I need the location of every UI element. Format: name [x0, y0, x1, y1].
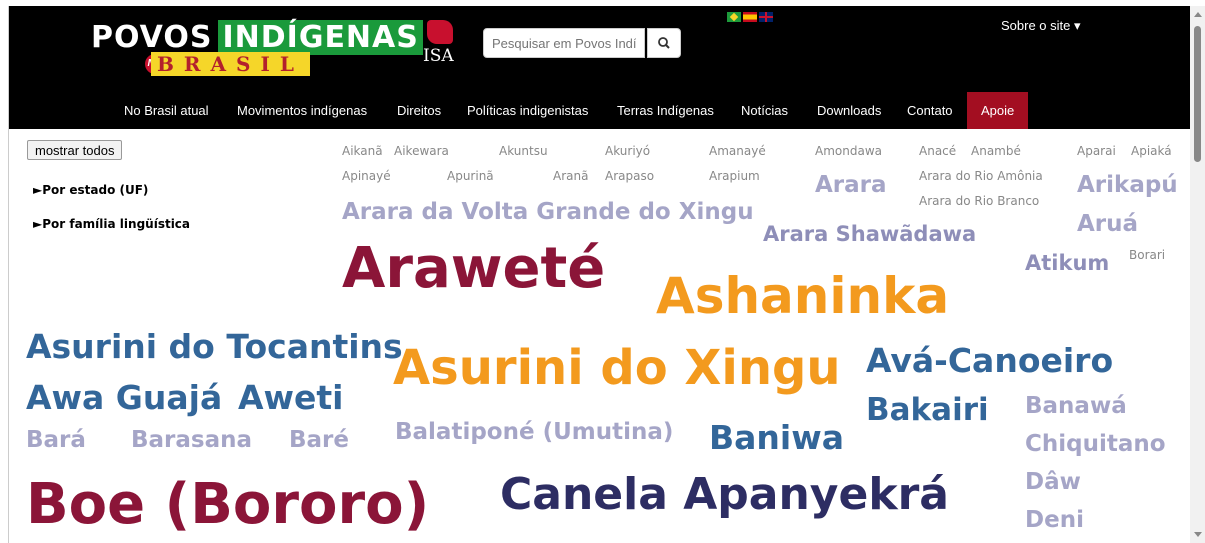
tag-link[interactable]: Arapaso: [605, 170, 654, 182]
flag-brazil-icon[interactable]: [727, 12, 741, 22]
tag-link[interactable]: Arikapú: [1077, 174, 1178, 197]
tag-link[interactable]: Avá-Canoeiro: [866, 344, 1113, 377]
flag-spain-icon[interactable]: [743, 12, 757, 22]
tag-link[interactable]: Apiaká: [1131, 145, 1172, 157]
tag-link[interactable]: Akuriyó: [605, 145, 650, 157]
tag-link[interactable]: Banawá: [1025, 395, 1127, 418]
tag-link[interactable]: Awa Guajá: [26, 381, 222, 414]
logo-title: POVOS INDÍGENAS: [91, 20, 423, 55]
logo-brasil: BRASIL: [151, 52, 310, 76]
nav-apoie[interactable]: Apoie: [967, 92, 1029, 129]
tag-link[interactable]: Aranã: [553, 170, 588, 182]
logo-povos: POVOS: [91, 20, 213, 55]
tag-link[interactable]: Amanayé: [709, 145, 766, 157]
nav-terras-indigenas[interactable]: Terras Indígenas: [617, 92, 714, 129]
nav-movimentos-indigenas[interactable]: Movimentos indígenas: [237, 92, 367, 129]
nav-direitos[interactable]: Direitos: [397, 92, 441, 129]
tag-link[interactable]: Boe (Bororo): [26, 477, 429, 533]
flag-uk-icon[interactable]: [759, 12, 773, 22]
tag-link[interactable]: Baniwa: [709, 421, 844, 454]
isa-label: ISA: [423, 46, 454, 66]
tag-link[interactable]: Bakairi: [866, 395, 989, 426]
tag-link[interactable]: Ashaninka: [656, 271, 949, 321]
vertical-scrollbar[interactable]: [1190, 6, 1205, 543]
tag-link[interactable]: Bará: [26, 429, 86, 452]
about-site-menu[interactable]: Sobre o site ▾: [1001, 18, 1081, 34]
tag-link[interactable]: Baré: [289, 429, 349, 452]
tag-link[interactable]: Atikum: [1025, 253, 1109, 274]
search-input[interactable]: [483, 28, 645, 58]
tag-link[interactable]: Apinayé: [342, 170, 391, 182]
tag-link[interactable]: Balatiponé (Umutina): [395, 421, 673, 444]
tag-link[interactable]: Asurini do Xingu: [393, 344, 841, 392]
tag-link[interactable]: Akuntsu: [499, 145, 548, 157]
language-selector: [727, 12, 775, 24]
tag-link[interactable]: Aruá: [1077, 213, 1138, 236]
tag-link[interactable]: Arara Shawãdawa: [763, 224, 976, 245]
tag-link[interactable]: Apurinã: [447, 170, 494, 182]
isa-logo[interactable]: ISA: [423, 20, 457, 70]
logo-indigenas: INDÍGENAS: [218, 20, 423, 55]
nav-politicas-indigenistas[interactable]: Políticas indigenistas: [467, 92, 588, 129]
tag-link[interactable]: Asurini do Tocantins: [26, 330, 403, 363]
tag-link[interactable]: Arara: [815, 174, 887, 197]
scroll-up-icon[interactable]: [1194, 12, 1202, 17]
main-nav: No Brasil atual Movimentos indígenas Dir…: [9, 92, 1190, 129]
tag-link[interactable]: Aikewara: [394, 145, 449, 157]
tag-link[interactable]: Arara do Rio Branco: [919, 195, 1039, 207]
nav-contato[interactable]: Contato: [907, 92, 953, 129]
povos-indigenas-logo[interactable]: POVOSINDÍGENAS NO BRASIL: [91, 20, 423, 78]
scroll-thumb[interactable]: [1194, 26, 1201, 162]
page: POVOSINDÍGENAS NO BRASIL ISA Sobre o sit…: [8, 6, 1190, 543]
tag-link[interactable]: Arara do Rio Amônia: [919, 170, 1043, 182]
tag-link[interactable]: Araweté: [342, 241, 605, 297]
scroll-down-icon[interactable]: [1194, 532, 1202, 537]
search-button[interactable]: [647, 28, 681, 58]
search-icon: [658, 37, 670, 49]
tag-link[interactable]: Anambé: [971, 145, 1021, 157]
nav-noticias[interactable]: Notícias: [741, 92, 788, 129]
site-header: POVOSINDÍGENAS NO BRASIL ISA Sobre o sit…: [9, 6, 1190, 129]
nav-downloads[interactable]: Downloads: [817, 92, 881, 129]
isa-mark-icon: [427, 20, 453, 44]
tag-link[interactable]: Arara da Volta Grande do Xingu: [342, 201, 754, 224]
peoples-tag-cloud: Aikanã Aikewara Akuntsu Akuriyó Amanayé …: [9, 129, 1190, 543]
tag-link[interactable]: Arapium: [709, 170, 760, 182]
tag-link[interactable]: Amondawa: [815, 145, 882, 157]
tag-link[interactable]: Anacé: [919, 145, 956, 157]
tag-link[interactable]: Aparai: [1077, 145, 1116, 157]
tag-link[interactable]: Deni: [1025, 509, 1084, 532]
tag-link[interactable]: Aikanã: [342, 145, 383, 157]
tag-link[interactable]: Aweti: [238, 381, 344, 414]
nav-no-brasil-atual[interactable]: No Brasil atual: [124, 92, 209, 129]
tag-link[interactable]: Borari: [1129, 249, 1165, 261]
tag-link[interactable]: Dâw: [1025, 471, 1081, 494]
tag-link[interactable]: Barasana: [131, 429, 252, 452]
tag-link[interactable]: Chiquitano: [1025, 433, 1166, 456]
tag-link[interactable]: Canela Apanyekrá: [500, 473, 949, 517]
